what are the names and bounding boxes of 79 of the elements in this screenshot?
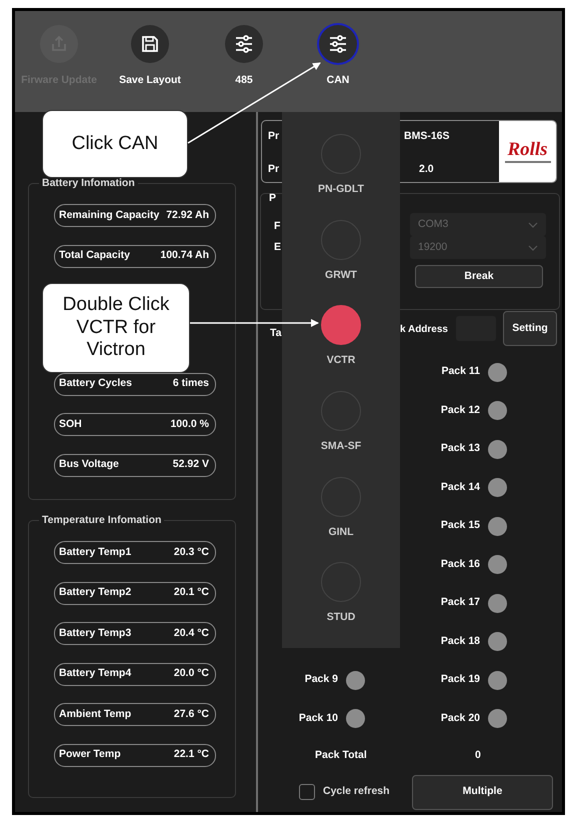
field-label: E [274, 240, 282, 255]
status-dot [488, 670, 507, 690]
multiple-button[interactable]: Multiple [412, 774, 553, 810]
pack-label: Pack 13 [440, 441, 480, 456]
cycle-refresh-checkbox[interactable]: Cycle refresh [299, 784, 412, 800]
status-dot [488, 516, 507, 536]
field-label: Pr [268, 129, 280, 144]
sliders-icon [328, 34, 348, 54]
protocol-option[interactable]: GRWT [321, 220, 361, 306]
reading-label: Remaining Capacity [59, 208, 160, 223]
reading-label: Total Capacity [59, 248, 130, 264]
field-label: Ta [270, 326, 282, 341]
toolbar-button[interactable]: 485 [197, 11, 291, 112]
status-dot [488, 362, 507, 382]
total-label: Pack Total [315, 748, 368, 764]
status-dot [488, 555, 507, 574]
status-dot [488, 632, 507, 652]
pack-label: Pack 17 [440, 595, 480, 610]
chevron-down-icon [528, 222, 538, 228]
protocol-option[interactable]: STUD [321, 562, 361, 648]
pack-label: Pack 10 [298, 710, 338, 726]
pack-label: Pack 11 [441, 364, 480, 380]
status-dot [346, 670, 365, 690]
reading-label: Power Temp [59, 747, 121, 762]
reading-value: 72.92 Ah [166, 208, 209, 223]
reading-label: Ambient Temp [59, 706, 132, 722]
pack-label: Pack 14 [440, 480, 480, 495]
status-dot [488, 709, 507, 728]
pack-label: Pack 20 [440, 710, 480, 726]
reading-value: 20.1 °C [174, 585, 209, 600]
reading-label: Battery Temp1 [59, 544, 132, 560]
field-value: BMS-16S [404, 129, 451, 144]
group-title: P [269, 191, 276, 206]
toolbar-button[interactable]: CAN [291, 11, 385, 112]
logo-text: Rolls [507, 140, 548, 159]
callout: Click CAN [42, 110, 188, 178]
protocol-option[interactable]: SMA-SF [320, 391, 362, 477]
reading-label: Battery Temp4 [59, 666, 132, 682]
protocol-option[interactable]: PN-GDLT [318, 134, 364, 220]
callout: Double Click VCTR for Victron [42, 283, 190, 373]
protocol-option[interactable]: VCTR [321, 305, 361, 392]
chevron-down-icon [528, 244, 538, 250]
reading-value: 20.0 °C [174, 666, 209, 682]
pack-label: Pack 16 [440, 556, 480, 572]
field-label: Pr [268, 162, 280, 177]
total-value: 0 [475, 748, 481, 764]
field-label: F [274, 219, 280, 234]
field-label: k Address [400, 323, 448, 337]
setting-button[interactable]: Setting [503, 311, 557, 346]
reading-value: 20.4 °C [174, 626, 209, 641]
reading-label: Battery Cycles [59, 376, 132, 392]
reading-value: 22.1 °C [174, 747, 209, 762]
reading-value: 6 times [172, 376, 209, 392]
field-value: 2.0 [418, 162, 435, 177]
pack-label: Pack 9 [304, 672, 338, 688]
break-button[interactable]: Break [415, 265, 543, 288]
pack-label: Pack 12 [440, 402, 480, 418]
reading-value: 20.3 °C [174, 544, 209, 560]
reading-label: Battery Temp2 [59, 585, 132, 600]
protocol-option[interactable]: GINL [321, 476, 361, 562]
status-dot [488, 440, 507, 459]
reading-value: 52.92 V [172, 457, 209, 472]
reading-label: Battery Temp3 [59, 626, 132, 641]
status-dot [488, 478, 507, 498]
reading-label: SOH [59, 416, 82, 432]
pack-label: Pack 18 [440, 634, 480, 649]
sliders-icon [234, 34, 254, 54]
pack-label: Pack 15 [440, 518, 480, 534]
status-dot [488, 594, 507, 613]
pack-label: Pack 19 [440, 672, 480, 688]
status-dot [346, 709, 365, 728]
dropdown-value: 19200 [418, 240, 448, 255]
status-dot [488, 401, 507, 420]
reading-value: 100.0 % [170, 416, 209, 432]
reading-value: 100.74 Ah [160, 248, 209, 264]
reading-label: Bus Voltage [59, 457, 119, 472]
reading-value: 27.6 °C [174, 706, 209, 722]
tagline-mark [504, 161, 550, 163]
dropdown-value: COM3 [418, 216, 448, 232]
